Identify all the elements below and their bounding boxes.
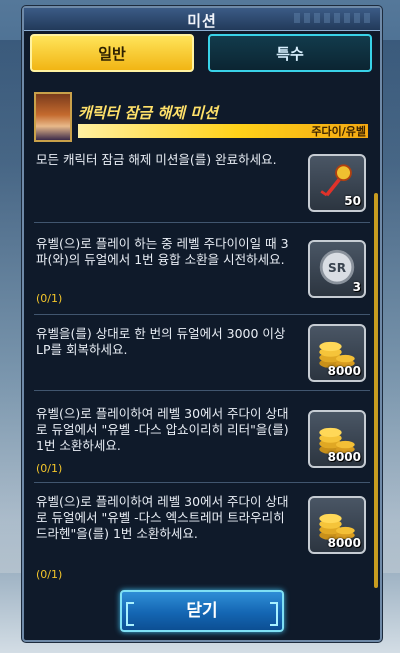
reward-quantity: 3 bbox=[352, 280, 361, 294]
scrollbar[interactable] bbox=[374, 193, 378, 588]
mission-item[interactable]: 유벨(으)로 플레이 하는 중 레벨 주다이이일 때 3파(와)의 듀얼에서 1… bbox=[34, 228, 370, 315]
mission-description: 유벨을(를) 상대로 한 번의 듀얼에서 3000 이상 LP를 회복하세요. bbox=[36, 326, 286, 357]
character-mission-title: 캐릭터 잠금 해제 미션 bbox=[78, 104, 218, 122]
dialog-footer: 닫기 bbox=[24, 582, 380, 640]
character-portrait bbox=[34, 92, 72, 142]
reward-slot[interactable]: 50 bbox=[308, 154, 366, 212]
reward-quantity: 8000 bbox=[327, 450, 361, 464]
reward-slot[interactable]: 8000 bbox=[308, 324, 366, 382]
mission-item[interactable]: 유벨(으)로 플레이하여 레벨 30에서 주다이 상대로 듀얼에서 "유벨 -다… bbox=[34, 396, 370, 483]
reward-slot[interactable]: 8000 bbox=[308, 496, 366, 554]
character-header: 캐릭터 잠금 해제 미션 주다이/유벨 bbox=[34, 92, 370, 150]
reward-quantity: 8000 bbox=[327, 364, 361, 378]
button-bracket-left bbox=[126, 602, 134, 626]
mission-item[interactable]: 유벨을(를) 상대로 한 번의 듀얼에서 3000 이상 LP를 회복하세요. … bbox=[34, 320, 370, 391]
svg-text:SR: SR bbox=[328, 261, 347, 275]
mission-item[interactable]: 유벨(으)로 플레이하여 레벨 30에서 주다이 상대로 듀얼에서 "유벨 -다… bbox=[34, 488, 370, 586]
tab-special[interactable]: 특수 bbox=[208, 34, 372, 72]
button-bracket-right bbox=[270, 602, 278, 626]
character-tag: 주다이/유벨 bbox=[311, 125, 366, 138]
mission-progress: (0/1) bbox=[36, 462, 63, 475]
mission-progress: (0/1) bbox=[36, 568, 63, 581]
reward-quantity: 8000 bbox=[327, 536, 361, 550]
mission-progress: (0/1) bbox=[36, 292, 63, 305]
reward-slot[interactable]: SR 3 bbox=[308, 240, 366, 298]
close-button-label: 닫기 bbox=[186, 601, 218, 621]
reward-slot[interactable]: 8000 bbox=[308, 410, 366, 468]
title-bar: 미션 bbox=[24, 8, 380, 31]
reward-quantity: 50 bbox=[344, 194, 361, 208]
tab-general[interactable]: 일반 bbox=[30, 34, 194, 72]
mission-description: 유벨(으)로 플레이 하는 중 레벨 주다이이일 때 3파(와)의 듀얼에서 1… bbox=[36, 236, 289, 267]
mission-list[interactable]: 캐릭터 잠금 해제 미션 주다이/유벨 모든 캐릭터 잠금 해제 미션을(를) … bbox=[32, 80, 370, 586]
mission-description: 유벨(으)로 플레이하여 레벨 30에서 주다이 상대로 듀얼에서 "유벨 -다… bbox=[36, 494, 289, 541]
mission-description: 모든 캐릭터 잠금 해제 미션을(를) 완료하세요. bbox=[36, 152, 277, 167]
close-button[interactable]: 닫기 bbox=[120, 590, 284, 632]
mission-description: 유벨(으)로 플레이하여 레벨 30에서 주다이 상대로 듀얼에서 "유벨 -다… bbox=[36, 406, 289, 453]
title-decoration bbox=[294, 13, 374, 23]
mission-dialog: 미션 일반 특수 캐릭터 잠금 해제 미션 주다이/유벨 모든 캐릭터 잠금 해… bbox=[22, 6, 382, 642]
mission-item[interactable]: 모든 캐릭터 잠금 해제 미션을(를) 완료하세요. 50 bbox=[34, 152, 370, 223]
